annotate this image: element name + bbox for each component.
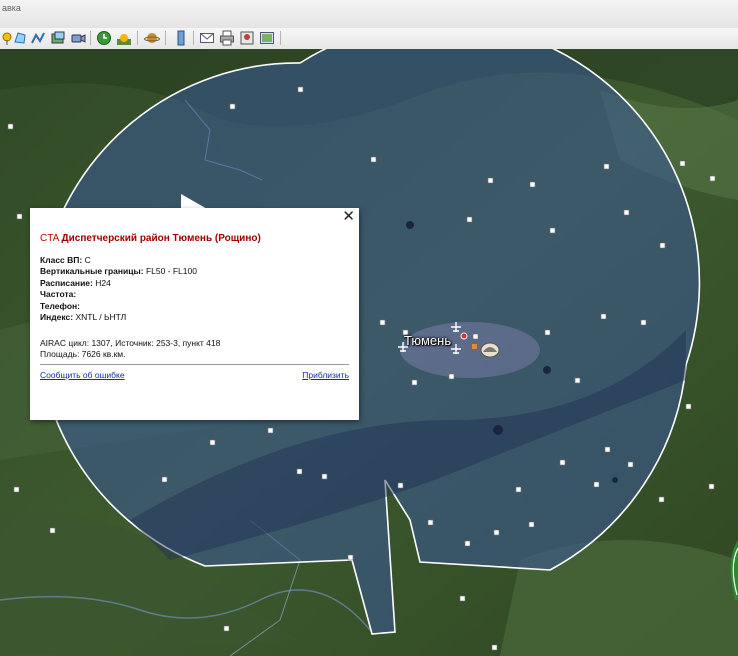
print-icon[interactable] xyxy=(219,30,235,46)
email-icon[interactable] xyxy=(199,30,215,46)
info-popup: ✕ CTA Диспетчерский район Тюмень (Рощино… xyxy=(30,208,359,420)
add-path-icon[interactable] xyxy=(30,30,46,46)
menu-partial-text[interactable]: авка xyxy=(2,3,21,13)
view-maps-icon[interactable] xyxy=(259,30,275,46)
planets-icon[interactable] xyxy=(144,30,160,46)
close-icon[interactable]: ✕ xyxy=(342,209,355,225)
popup-links: Сообщить об ошибке Приблизить xyxy=(40,370,349,380)
zone-type-label: CTA xyxy=(40,233,59,244)
source-info: AIRAC цикл: 1307, Источник: 253-3, пункт… xyxy=(40,338,220,361)
zone-name: Диспетчерский район Тюмень (Рощино) xyxy=(61,233,261,244)
area-line: Площадь: 7626 кв.км. xyxy=(40,349,126,360)
toolbar xyxy=(0,28,738,50)
divider xyxy=(40,364,349,365)
add-polygon-icon[interactable] xyxy=(12,30,28,46)
sun-icon[interactable] xyxy=(116,30,132,46)
save-image-icon[interactable] xyxy=(239,30,255,46)
field-row: Расписание: H24 xyxy=(40,277,111,288)
city-label: Тюмень xyxy=(404,333,452,348)
zoom-in-link[interactable]: Приблизить xyxy=(302,370,349,380)
field-row: Телефон: xyxy=(40,300,80,311)
menu-bar: авка xyxy=(0,0,738,29)
report-error-link[interactable]: Сообщить об ошибке xyxy=(40,370,125,380)
field-row: Частота: xyxy=(40,289,77,300)
popup-title: CTA Диспетчерский район Тюмень (Рощино) xyxy=(40,233,261,244)
record-tour-icon[interactable] xyxy=(70,30,86,46)
add-overlay-icon[interactable] xyxy=(50,30,66,46)
field-row: Индекс: XNTL / ЬНТЛ xyxy=(40,312,127,323)
ruler-icon[interactable] xyxy=(173,30,189,46)
zone-fields: Класс ВП: C Вертикальные границы: FL50 -… xyxy=(40,255,197,323)
field-row: Вертикальные границы: FL50 - FL100 xyxy=(40,266,197,277)
field-row: Класс ВП: C xyxy=(40,255,91,265)
airac-line: AIRAC цикл: 1307, Источник: 253-3, пункт… xyxy=(40,338,221,348)
historical-imagery-icon[interactable] xyxy=(96,30,112,46)
